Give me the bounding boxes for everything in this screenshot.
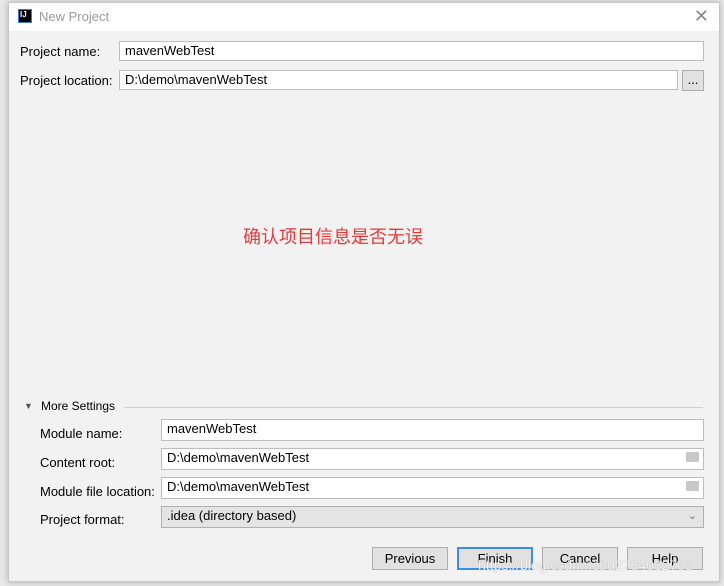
project-format-label: Project format: xyxy=(40,512,125,527)
intellij-logo-icon: IJ xyxy=(18,9,32,23)
project-location-label: Project location: xyxy=(20,73,113,88)
module-name-label: Module name: xyxy=(40,426,123,441)
collapse-triangle-icon[interactable]: ▼ xyxy=(24,401,33,411)
browse-button[interactable]: ... xyxy=(682,70,704,91)
annotation-text: 确认项目信息是否无误 xyxy=(243,227,423,247)
project-format-select[interactable]: .idea (directory based) ⌄ xyxy=(161,506,704,528)
content-root-label: Content root: xyxy=(40,455,116,470)
new-project-dialog: IJ New Project ✕ Project name: mavenWebT… xyxy=(8,2,720,582)
more-settings-toggle[interactable]: More Settings xyxy=(41,399,115,413)
project-name-label: Project name: xyxy=(20,44,101,59)
project-name-input[interactable]: mavenWebTest xyxy=(119,41,704,61)
folder-icon[interactable] xyxy=(686,452,699,462)
dialog-title: New Project xyxy=(39,9,110,24)
title-bar: IJ New Project ✕ xyxy=(9,3,719,31)
content-root-value: D:\demo\mavenWebTest xyxy=(167,450,310,465)
module-file-location-input[interactable]: D:\demo\mavenWebTest xyxy=(161,477,704,499)
chevron-down-icon: ⌄ xyxy=(687,510,697,522)
project-location-input[interactable]: D:\demo\mavenWebTest xyxy=(119,70,678,90)
close-icon[interactable]: ✕ xyxy=(694,6,709,27)
project-format-value: .idea (directory based) xyxy=(167,508,297,523)
folder-icon[interactable] xyxy=(686,481,699,491)
module-name-input[interactable]: mavenWebTest xyxy=(161,419,704,441)
watermark: https://blog.csdn.net/u2764032703 xyxy=(478,557,693,573)
content-root-input[interactable]: D:\demo\mavenWebTest xyxy=(161,448,704,470)
previous-button[interactable]: Previous xyxy=(372,547,448,570)
module-file-location-value: D:\demo\mavenWebTest xyxy=(167,479,310,494)
module-file-location-label: Module file location: xyxy=(40,484,155,499)
divider xyxy=(124,407,703,408)
